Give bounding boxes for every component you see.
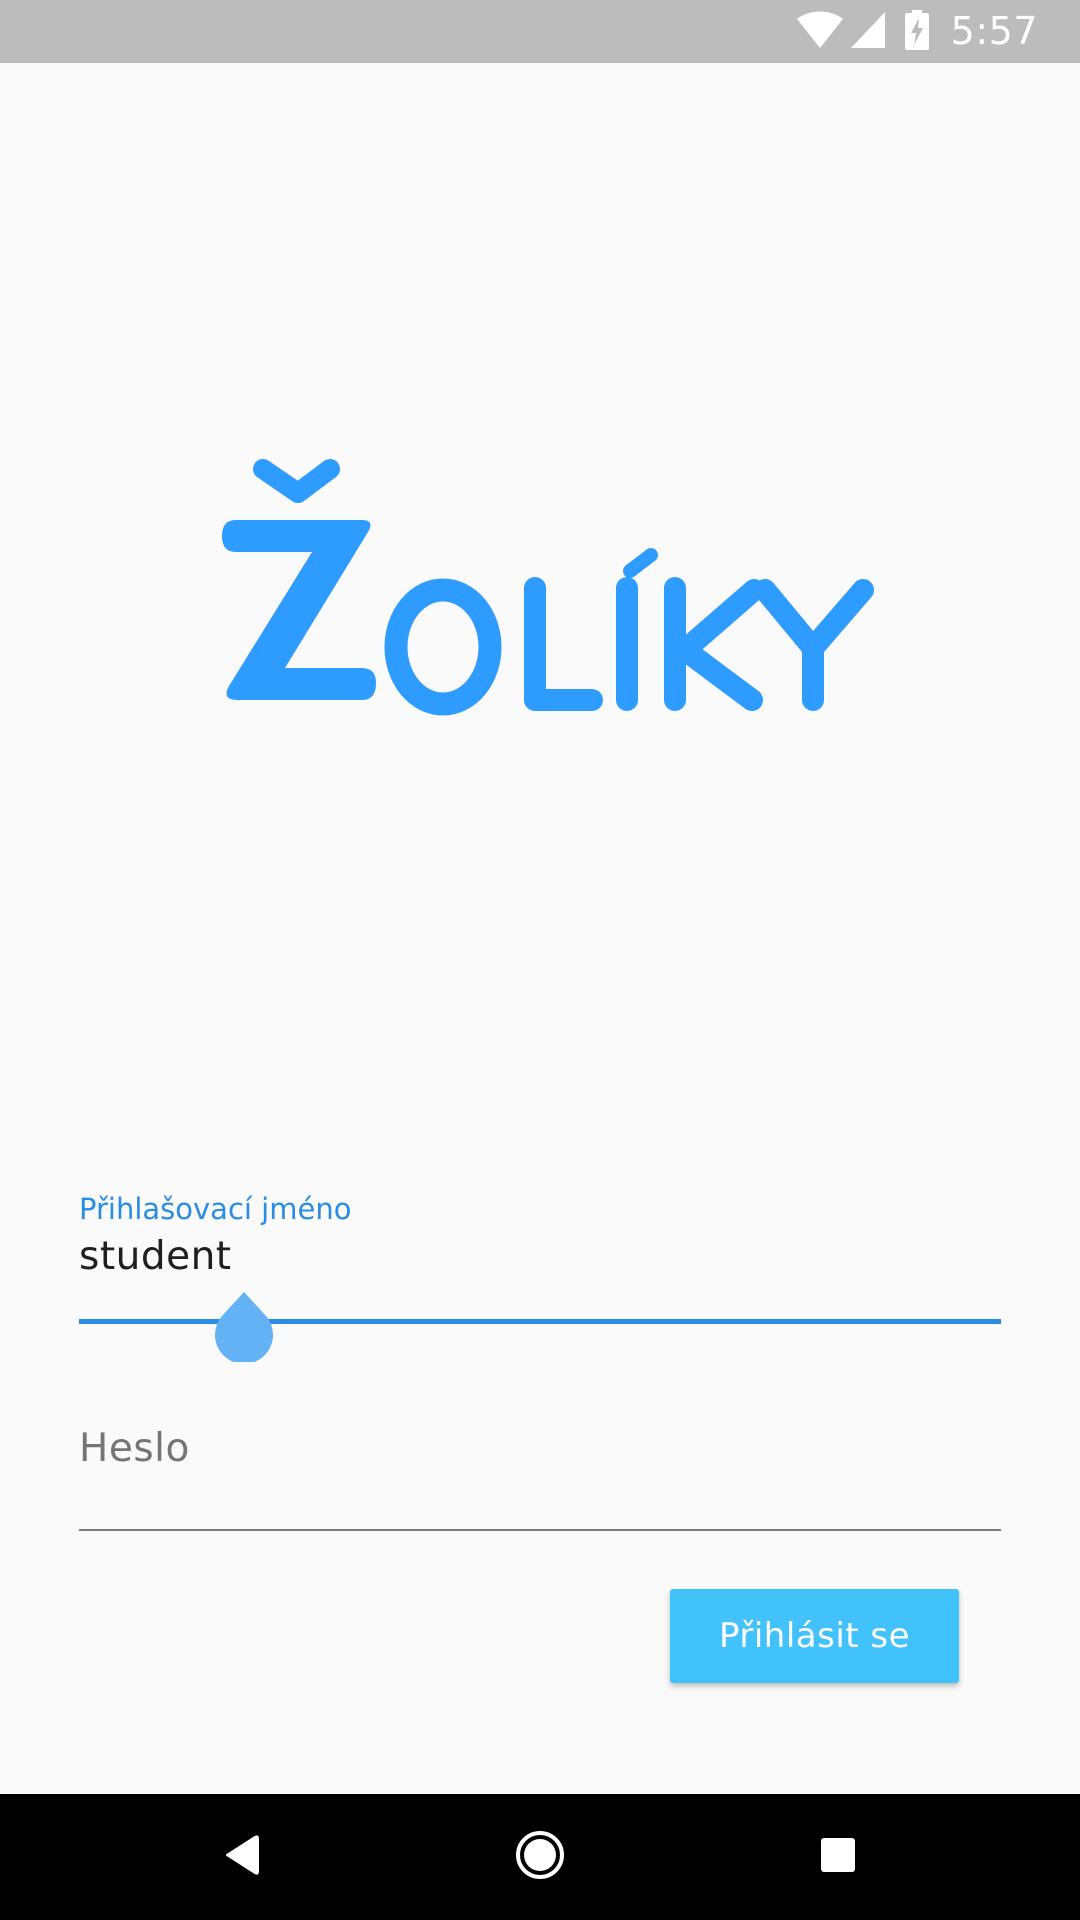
back-icon bbox=[221, 1833, 261, 1881]
recents-button[interactable] bbox=[775, 1794, 901, 1920]
login-screen: 5:57 Přihlašovací jméno student Heslo Př… bbox=[0, 0, 1080, 1920]
wifi-icon bbox=[795, 10, 845, 54]
navigation-bar bbox=[0, 1794, 1080, 1920]
text-cursor-handle[interactable] bbox=[214, 1290, 274, 1364]
status-time: 5:57 bbox=[950, 9, 1038, 53]
recents-icon bbox=[820, 1837, 856, 1877]
app-logo bbox=[0, 455, 1080, 725]
back-button[interactable] bbox=[178, 1794, 304, 1920]
login-button[interactable]: Přihlásit se bbox=[670, 1589, 959, 1683]
status-bar: 5:57 bbox=[0, 0, 1080, 63]
cell-signal-icon bbox=[849, 10, 887, 54]
home-icon bbox=[514, 1829, 566, 1885]
login-button-label: Přihlásit se bbox=[718, 1616, 911, 1656]
home-button[interactable] bbox=[477, 1794, 603, 1920]
status-icons: 5:57 bbox=[795, 0, 1038, 63]
username-input[interactable]: student bbox=[79, 1234, 232, 1279]
battery-charging-icon bbox=[904, 9, 929, 54]
username-label: Přihlašovací jméno bbox=[79, 1192, 352, 1226]
password-underline bbox=[79, 1529, 1001, 1531]
password-input[interactable]: Heslo bbox=[79, 1426, 190, 1471]
